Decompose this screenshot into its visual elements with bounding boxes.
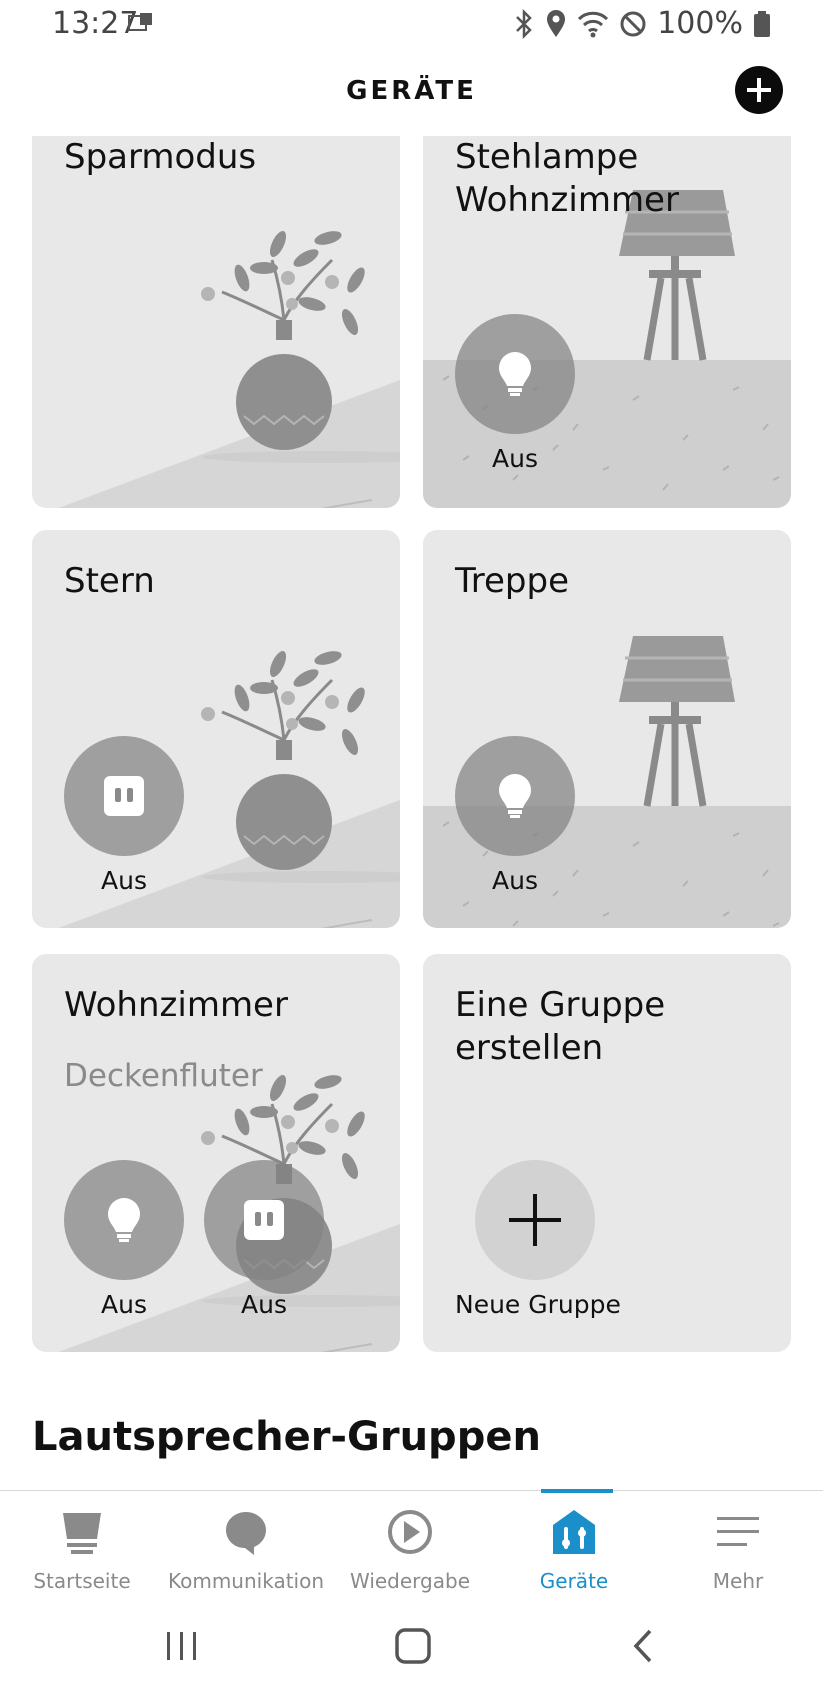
plant-vase-illustration	[32, 227, 400, 508]
add-device-button[interactable]	[735, 66, 783, 114]
nav-label: Mehr	[712, 1569, 764, 1593]
page-title: GERÄTE	[346, 76, 477, 106]
status-bar: 13:27 100%	[0, 0, 823, 48]
device-toggle[interactable]	[455, 736, 575, 856]
device-toggle-plug[interactable]	[204, 1160, 324, 1280]
nav-item-kommunikation[interactable]: Kommunikation	[164, 1491, 328, 1601]
device-status: Aus	[101, 866, 147, 895]
do-not-disturb-icon	[620, 11, 646, 36]
home-button-icon[interactable]	[393, 1626, 433, 1666]
card-title: Wohnzimmer	[64, 985, 288, 1025]
plus-icon	[509, 1194, 561, 1246]
device-card-treppe[interactable]: Treppe Aus	[423, 530, 791, 928]
section-heading-speaker-groups: Lautsprecher-Gruppen	[32, 1414, 541, 1460]
play-icon	[388, 1510, 432, 1554]
nav-item-wiedergabe[interactable]: Wiedergabe	[328, 1491, 492, 1601]
device-status: Aus	[101, 1290, 147, 1319]
device-card-sparmodus[interactable]: Sparmodus	[32, 136, 400, 508]
plug-icon	[104, 776, 144, 816]
device-card-stern[interactable]: Stern Aus	[32, 530, 400, 928]
battery-icon	[754, 10, 770, 37]
device-status: Aus	[492, 866, 538, 895]
nav-item-startseite[interactable]: Startseite	[0, 1491, 164, 1601]
device-grid[interactable]: Sparmodus Stehlampe Wohnzimmer Aus Stern…	[0, 136, 823, 1490]
card-title: Treppe	[455, 561, 570, 601]
bulb-icon	[499, 774, 531, 818]
battery-level: 100%	[657, 6, 743, 41]
create-group-card[interactable]: Eine Gruppe erstellen Neue Gruppe	[423, 954, 791, 1352]
devices-icon	[553, 1510, 595, 1554]
device-card-wohnzimmer[interactable]: Wohnzimmer Deckenfluter Aus Aus	[32, 954, 400, 1352]
nav-item-geraete[interactable]: Geräte	[492, 1491, 656, 1601]
menu-icon	[717, 1517, 759, 1546]
status-time: 13:27	[52, 6, 139, 41]
bluetooth-icon	[516, 8, 532, 39]
app-header: GERÄTE	[0, 58, 823, 128]
bulb-icon	[499, 352, 531, 396]
card-title: Stern	[64, 561, 155, 601]
plus-icon	[747, 78, 771, 102]
nav-label: Wiedergabe	[349, 1569, 471, 1593]
bulb-icon	[108, 1198, 140, 1242]
nav-label: Geräte	[539, 1569, 609, 1593]
card-title: Sparmodus	[64, 137, 257, 177]
device-toggle-bulb[interactable]	[64, 1160, 184, 1280]
card-subtitle: Deckenfluter	[64, 1058, 263, 1094]
nav-label: Kommunikation	[167, 1569, 325, 1593]
back-icon[interactable]	[628, 1628, 658, 1664]
nav-item-mehr[interactable]: Mehr	[656, 1491, 820, 1601]
card-title: Eine Gruppe erstellen	[455, 985, 666, 1068]
device-toggle[interactable]	[455, 314, 575, 434]
device-status: Aus	[492, 444, 538, 473]
android-system-nav	[0, 1600, 823, 1692]
notification-icon	[128, 13, 152, 31]
home-icon	[63, 1513, 101, 1554]
new-group-button[interactable]	[475, 1160, 595, 1280]
card-title: Stehlampe Wohnzimmer	[455, 137, 679, 220]
bottom-navigation: Startseite Kommunikation Wiedergabe Gerä…	[0, 1489, 823, 1601]
device-card-stehlampe[interactable]: Stehlampe Wohnzimmer Aus	[423, 136, 791, 508]
new-group-label: Neue Gruppe	[455, 1290, 621, 1319]
device-status: Aus	[241, 1290, 287, 1319]
plug-icon	[244, 1200, 284, 1240]
chat-bubble-icon	[226, 1512, 266, 1555]
wifi-icon	[578, 11, 609, 37]
nav-label: Startseite	[33, 1569, 131, 1593]
device-toggle[interactable]	[64, 736, 184, 856]
recent-apps-icon[interactable]	[164, 1628, 200, 1664]
location-icon	[547, 9, 566, 37]
